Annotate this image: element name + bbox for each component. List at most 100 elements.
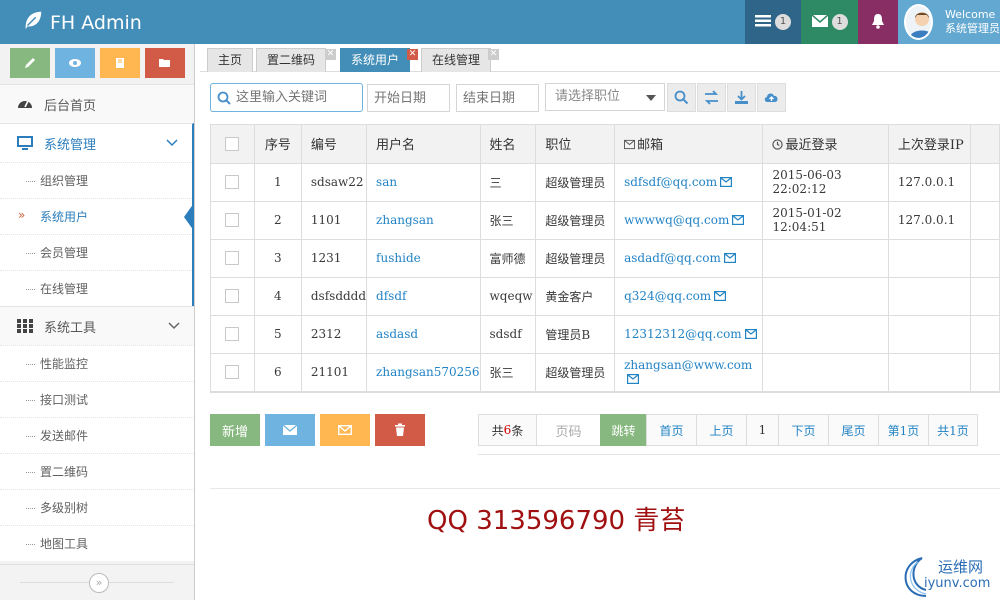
clock-icon <box>772 139 784 150</box>
cell-no: 6 <box>254 353 302 392</box>
close-icon[interactable]: ✕ <box>407 49 418 60</box>
cell-last-login <box>762 353 889 392</box>
shortcut-book-button[interactable] <box>100 48 140 78</box>
envelope-icon[interactable] <box>720 177 733 187</box>
shortcut-pencil-button[interactable] <box>10 48 50 78</box>
sidebar-item-label: 系统用户 <box>40 210 89 224</box>
cell-email[interactable]: sdfsdf@qq.com <box>614 163 764 202</box>
sidebar-item-label: 在线管理 <box>40 282 89 296</box>
select-all-checkbox[interactable] <box>225 136 240 151</box>
user-menu[interactable]: Welcome 系统管理员 <box>898 0 1000 44</box>
download-button[interactable] <box>727 83 756 112</box>
add-button[interactable]: 新增 <box>210 414 260 446</box>
table-row: 4 dsfsdddd dfsdf wqeqw 黄金客户 q324@qq.com <box>211 277 1000 316</box>
welcome-text: Welcome <box>945 8 996 21</box>
email-link[interactable]: zhangsan@www.com <box>624 358 752 372</box>
cell-extra <box>970 353 1000 392</box>
cell-username-link[interactable]: zhangsan <box>366 201 481 240</box>
cell-email[interactable]: wwwwq@qq.com <box>614 201 764 240</box>
table-row: 5 2312 asdasd sdsdf 管理员B 12312312@qq.com <box>211 315 1000 354</box>
brand[interactable]: FH Admin <box>22 9 142 36</box>
users-table: 序号 编号 用户名 姓名 职位 邮箱 最近登录 上次登录IP 1 sdsaw22 s… <box>210 124 1000 393</box>
caret-down-icon <box>646 95 656 101</box>
tab-system-users[interactable]: 系统用户 <box>340 48 411 72</box>
chevron-down-icon <box>166 139 178 147</box>
double-angle-right-icon[interactable]: » <box>89 573 109 593</box>
delete-button[interactable] <box>375 414 425 446</box>
row-checkbox[interactable] <box>225 213 240 228</box>
row-checkbox[interactable] <box>225 251 240 266</box>
prev-page-link[interactable]: 上页 <box>696 414 746 446</box>
row-select-cell <box>211 201 255 240</box>
close-icon[interactable]: ✕ <box>488 49 499 60</box>
messages-button[interactable]: 1 <box>801 0 858 44</box>
cell-username-link[interactable]: zhangsan570256 <box>366 353 481 392</box>
sidebar-item-performance[interactable]: 性能监控 <box>0 345 194 381</box>
search-button[interactable] <box>667 83 696 112</box>
tab-online[interactable]: 在线管理 <box>421 48 492 72</box>
col-header-ip: 上次登录IP <box>888 125 972 164</box>
shortcut-folder-button[interactable] <box>145 48 185 78</box>
tab-qrcode[interactable]: 置二维码 <box>256 48 327 72</box>
cell-username-link[interactable]: dfsdf <box>366 277 481 316</box>
send-email-button[interactable] <box>320 414 370 446</box>
row-checkbox[interactable] <box>225 289 240 304</box>
sidebar-item-api-test[interactable]: 接口测试 <box>0 381 194 417</box>
envelope-icon[interactable] <box>732 215 745 225</box>
email-link[interactable]: asdadf@qq.com <box>624 251 721 265</box>
tab-home[interactable]: 主页 <box>207 48 254 72</box>
book-icon <box>116 58 124 68</box>
cell-email[interactable]: asdadf@qq.com <box>614 239 764 278</box>
email-link[interactable]: 12312312@qq.com <box>624 327 742 341</box>
email-link[interactable]: sdfsdf@qq.com <box>624 175 717 189</box>
end-date-input[interactable] <box>456 84 539 112</box>
email-link[interactable]: wwwwq@qq.com <box>624 213 729 227</box>
last-page-link[interactable]: 尾页 <box>828 414 878 446</box>
cell-username-link[interactable]: asdasd <box>366 315 481 354</box>
cell-email[interactable]: zhangsan@www.com <box>614 353 764 392</box>
sidebar-item-members[interactable]: 会员管理 <box>0 234 192 270</box>
row-checkbox[interactable] <box>225 365 240 380</box>
next-page-link[interactable]: 下页 <box>778 414 828 446</box>
send-message-button[interactable] <box>265 414 315 446</box>
sidebar-item-system-users[interactable]: » 系统用户 <box>0 198 192 234</box>
sidebar-item-home[interactable]: 后台首页 <box>0 84 194 123</box>
page-number-input[interactable]: 页码 <box>536 414 600 446</box>
sidebar-item-system-tools[interactable]: 系统工具 <box>0 306 194 345</box>
envelope-icon[interactable] <box>714 291 727 301</box>
cell-last-login <box>762 315 889 354</box>
start-date-input[interactable] <box>367 84 450 112</box>
envelope-icon[interactable] <box>723 253 736 263</box>
sidebar-item-tree[interactable]: 多级别树 <box>0 489 194 525</box>
email-link[interactable]: q324@qq.com <box>624 289 711 303</box>
row-checkbox[interactable] <box>225 175 240 190</box>
first-page-link[interactable]: 首页 <box>646 414 696 446</box>
role-select[interactable]: 请选择职位 <box>545 83 665 111</box>
sidebar-item-label: 系统管理 <box>44 137 97 153</box>
cell-email[interactable]: 12312312@qq.com <box>614 315 764 354</box>
cell-extra <box>970 315 1000 354</box>
exchange-button[interactable] <box>697 83 726 112</box>
shortcut-eye-button[interactable] <box>55 48 95 78</box>
cell-ip <box>888 353 972 392</box>
sidebar-item-send-email[interactable]: 发送邮件 <box>0 417 194 453</box>
search-input[interactable] <box>236 90 361 105</box>
cell-email[interactable]: q324@qq.com <box>614 277 764 316</box>
close-icon[interactable]: ✕ <box>325 49 336 60</box>
cell-username-link[interactable]: san <box>366 163 481 202</box>
row-checkbox[interactable] <box>225 327 240 342</box>
sidebar-item-system-management[interactable]: 系统管理 <box>0 123 194 162</box>
cloud-upload-button[interactable] <box>757 83 786 112</box>
envelope-icon[interactable] <box>627 374 640 384</box>
sidebar-item-organization[interactable]: 组织管理 <box>0 162 192 198</box>
col-header-label: 最近登录 <box>785 138 838 154</box>
notifications-button[interactable] <box>858 0 898 44</box>
tasks-button[interactable]: 1 <box>745 0 801 44</box>
sidebar-item-qrcode[interactable]: 置二维码 <box>0 453 194 489</box>
sidebar-item-map[interactable]: 地图工具 <box>0 525 194 561</box>
envelope-icon[interactable] <box>744 329 757 339</box>
cell-code: dsfsdddd <box>301 277 368 316</box>
cell-username-link[interactable]: fushide <box>366 239 481 278</box>
sidebar-item-online[interactable]: 在线管理 <box>0 270 192 306</box>
go-button[interactable]: 跳转 <box>600 414 646 446</box>
